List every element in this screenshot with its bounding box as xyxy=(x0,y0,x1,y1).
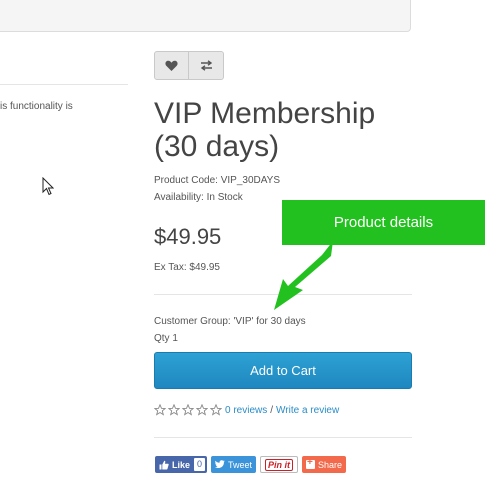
rating-stars xyxy=(154,404,222,416)
facebook-like-button[interactable]: Like 0 xyxy=(155,456,208,473)
star-icon xyxy=(210,404,222,416)
top-panel xyxy=(0,0,411,32)
tweet-button[interactable]: Tweet xyxy=(211,456,257,473)
add-to-cart-button[interactable]: Add to Cart xyxy=(154,352,412,389)
left-panel-text: is functionality is xyxy=(0,101,73,112)
share-label: Share xyxy=(318,459,343,470)
price: $49.95 xyxy=(154,224,222,249)
heart-icon xyxy=(165,60,178,71)
product-title: VIP Membership (30 days) xyxy=(154,97,376,163)
availability: Availability: In Stock xyxy=(154,192,243,203)
divider xyxy=(154,294,412,295)
star-icon xyxy=(154,404,166,416)
product-details-callout: Product details xyxy=(282,200,485,245)
compare-button[interactable] xyxy=(189,51,224,80)
share-plus-icon xyxy=(306,457,316,469)
reviews-separator: / xyxy=(270,404,274,416)
star-icon xyxy=(182,404,194,416)
write-review-link[interactable]: Write a review xyxy=(276,405,339,416)
star-icon xyxy=(196,404,208,416)
tweet-label: Tweet xyxy=(228,459,253,470)
thumbs-up-icon xyxy=(159,460,169,469)
quantity-label: Qty 1 xyxy=(154,333,178,344)
twitter-bird-icon xyxy=(215,460,225,468)
divider xyxy=(154,437,412,438)
callout-arrow-icon xyxy=(274,241,333,310)
customer-group: Customer Group: 'VIP' for 30 days xyxy=(154,316,306,327)
wishlist-button[interactable] xyxy=(154,51,189,80)
left-divider xyxy=(0,84,128,85)
star-icon xyxy=(168,404,180,416)
pin-label: Pin it xyxy=(265,458,294,471)
pinterest-button[interactable]: Pin it xyxy=(260,456,299,473)
like-count: 0 xyxy=(194,458,206,471)
social-share-bar: Like 0 Tweet Pin it Share xyxy=(155,456,347,473)
rating-row: 0 reviews / Write a review xyxy=(154,404,339,416)
share-button[interactable]: Share xyxy=(302,456,347,473)
reviews-count-link[interactable]: 0 reviews xyxy=(225,405,267,416)
callout-label: Product details xyxy=(333,214,434,231)
mouse-cursor-icon xyxy=(42,177,54,196)
product-code: Product Code: VIP_30DAYS xyxy=(154,175,280,186)
like-label: Like xyxy=(172,459,191,470)
compare-arrows-icon xyxy=(200,60,212,71)
ex-tax-price: Ex Tax: $49.95 xyxy=(154,262,220,273)
product-action-buttons xyxy=(154,51,224,80)
